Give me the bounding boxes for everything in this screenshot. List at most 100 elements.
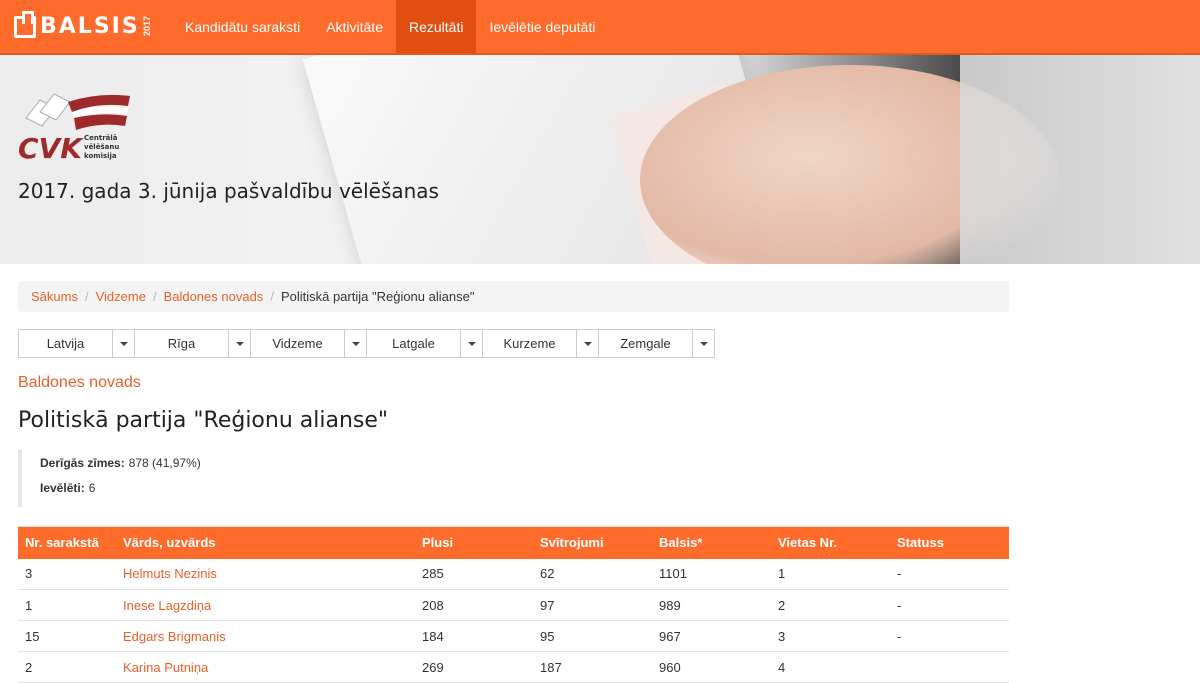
region-dropdown-kurzeme[interactable]: Kurzeme	[482, 329, 599, 358]
region-label: Latgale	[392, 336, 435, 351]
dropdown-toggle[interactable]	[112, 330, 134, 357]
cell-place: 1	[771, 558, 890, 590]
region-dropdown-vidzeme[interactable]: Vidzeme	[250, 329, 367, 358]
candidate-name-link[interactable]: Inese Lagzdiņa	[116, 589, 415, 621]
cell-votes: 989	[652, 589, 771, 621]
column-header-status[interactable]: Statuss	[890, 526, 1009, 559]
table-row: 15 Edgars Brigmanis 184 95 967 3 -	[18, 620, 1009, 652]
cell-plus: 184	[415, 620, 533, 652]
cell-votes: 960	[652, 651, 771, 683]
cell-status	[890, 651, 1009, 683]
table-row: 3 Helmuts Nezinis 285 62 1101 1 -	[18, 558, 1009, 590]
cell-plus: 285	[415, 558, 533, 590]
table-row: 2 Karina Putniņa 269 187 960 4	[18, 651, 1009, 683]
top-navbar: BALSIS 2017 Kandidātu saraksti Aktivitāt…	[0, 0, 1200, 55]
valid-votes-label: Derīgās zīmes:	[40, 455, 125, 470]
column-header-strikeouts[interactable]: Svītrojumi	[533, 526, 652, 559]
region-label: Latvija	[46, 336, 85, 351]
cell-plus: 208	[415, 589, 533, 621]
cell-votes: 1101	[652, 558, 771, 590]
breadcrumb-home[interactable]: Sākums	[31, 289, 78, 304]
cell-strikeouts: 95	[533, 620, 652, 652]
cvk-subtext-1: Centrālā	[84, 134, 118, 142]
valid-votes-stat: Derīgās zīmes: 878 (41,97%)	[40, 450, 268, 475]
valid-votes-value: 878 (41,97%)	[128, 455, 201, 470]
cell-place: 2	[771, 589, 890, 621]
sleeve-image	[960, 55, 1200, 264]
table-row: 1 Inese Lagzdiņa 208 97 989 2 -	[18, 589, 1009, 621]
candidate-name-link[interactable]: Edgars Brigmanis	[116, 620, 415, 652]
brand-year: 2017	[141, 16, 152, 37]
dropdown-toggle[interactable]	[692, 330, 714, 357]
breadcrumb-region[interactable]: Vidzeme	[96, 289, 146, 304]
cell-list-number: 3	[18, 558, 116, 590]
column-header-votes[interactable]: Balsis*	[652, 526, 771, 559]
cell-place: 3	[771, 620, 890, 652]
breadcrumb-separator: /	[152, 289, 157, 304]
cell-list-number: 2	[18, 651, 116, 683]
cell-list-number: 15	[18, 620, 116, 652]
column-header-place[interactable]: Vietas Nr.	[771, 526, 890, 559]
region-dropdown-zemgale[interactable]: Zemgale	[598, 329, 715, 358]
party-title: Politiskā partija "Reģionu alianse"	[18, 408, 389, 433]
district-link[interactable]: Baldones novads	[18, 374, 141, 392]
elected-value: 6	[88, 480, 96, 495]
caret-down-icon	[699, 341, 708, 346]
cell-votes: 967	[652, 620, 771, 652]
election-title: 2017. gada 3. jūnija pašvaldību vēlēšana…	[18, 179, 439, 203]
breadcrumb-current: Politiskā partija "Reģionu alianse"	[280, 289, 475, 304]
elected-stat: Ievēlēti: 6	[40, 475, 268, 500]
column-header-list-number[interactable]: Nr. sarakstā	[18, 526, 116, 559]
cell-status: -	[890, 620, 1009, 652]
dropdown-toggle[interactable]	[344, 330, 366, 357]
cvk-subtext-3: komisija	[84, 152, 117, 160]
region-label: Kurzeme	[503, 336, 556, 351]
hero-banner: CVK Centrālā vēlēšanu komisija 2017. gad…	[0, 55, 1200, 264]
region-label: Zemgale	[620, 336, 671, 351]
breadcrumb-separator: /	[270, 289, 274, 304]
caret-down-icon	[235, 341, 244, 346]
cell-strikeouts: 62	[533, 558, 652, 590]
column-header-plus[interactable]: Plusi	[415, 526, 533, 559]
breadcrumb: Sākums / Vidzeme / Baldones novads / Pol…	[18, 281, 1009, 312]
cvk-logo: CVK Centrālā vēlēšanu komisija	[18, 93, 130, 165]
caret-down-icon	[351, 341, 360, 346]
candidate-name-link[interactable]: Helmuts Nezinis	[116, 558, 415, 590]
caret-down-icon	[467, 341, 476, 346]
nav-elected-deputies[interactable]: Ievēlētie deputāti	[476, 0, 608, 53]
brand-logo[interactable]: BALSIS 2017	[0, 0, 172, 53]
nav-results[interactable]: Rezultāti	[396, 0, 477, 53]
column-header-name[interactable]: Vārds, uzvārds	[116, 526, 415, 559]
caret-down-icon	[119, 341, 128, 346]
nav-activity[interactable]: Aktivitāte	[313, 0, 396, 53]
cell-plus: 269	[415, 651, 533, 683]
region-label: Vidzeme	[272, 336, 323, 351]
breadcrumb-separator: /	[84, 289, 89, 304]
region-label: Rīga	[167, 336, 196, 351]
cell-place: 4	[771, 651, 890, 683]
region-selector: Latvija Rīga Vidzeme Latgale Kurzeme Zem…	[18, 329, 715, 358]
cell-status: -	[890, 558, 1009, 590]
cell-strikeouts: 187	[533, 651, 652, 683]
candidate-name-link[interactable]: Karina Putniņa	[116, 651, 415, 683]
region-dropdown-latgale[interactable]: Latgale	[366, 329, 483, 358]
region-dropdown-latvija[interactable]: Latvija	[18, 329, 135, 358]
cvk-logo-text: CVK	[18, 132, 84, 165]
brand-name: BALSIS	[40, 14, 140, 39]
region-dropdown-riga[interactable]: Rīga	[134, 329, 251, 358]
elected-label: Ievēlēti:	[40, 480, 85, 495]
cell-status: -	[890, 589, 1009, 621]
breadcrumb-district[interactable]: Baldones novads	[164, 289, 264, 304]
party-stats: Derīgās zīmes: 878 (41,97%) Ievēlēti: 6	[18, 450, 268, 507]
dropdown-toggle[interactable]	[576, 330, 598, 357]
dropdown-toggle[interactable]	[228, 330, 250, 357]
cell-list-number: 1	[18, 589, 116, 621]
nav-candidate-lists[interactable]: Kandidātu saraksti	[172, 0, 313, 53]
cvk-subtext-2: vēlēšanu	[84, 143, 119, 151]
table-header-row: Nr. sarakstā Vārds, uzvārds Plusi Svītro…	[18, 526, 1009, 559]
ballot-box-icon	[14, 10, 36, 38]
dropdown-toggle[interactable]	[460, 330, 482, 357]
caret-down-icon	[583, 341, 592, 346]
cell-strikeouts: 97	[533, 589, 652, 621]
candidates-results-table: Nr. sarakstā Vārds, uzvārds Plusi Svītro…	[18, 526, 1009, 683]
